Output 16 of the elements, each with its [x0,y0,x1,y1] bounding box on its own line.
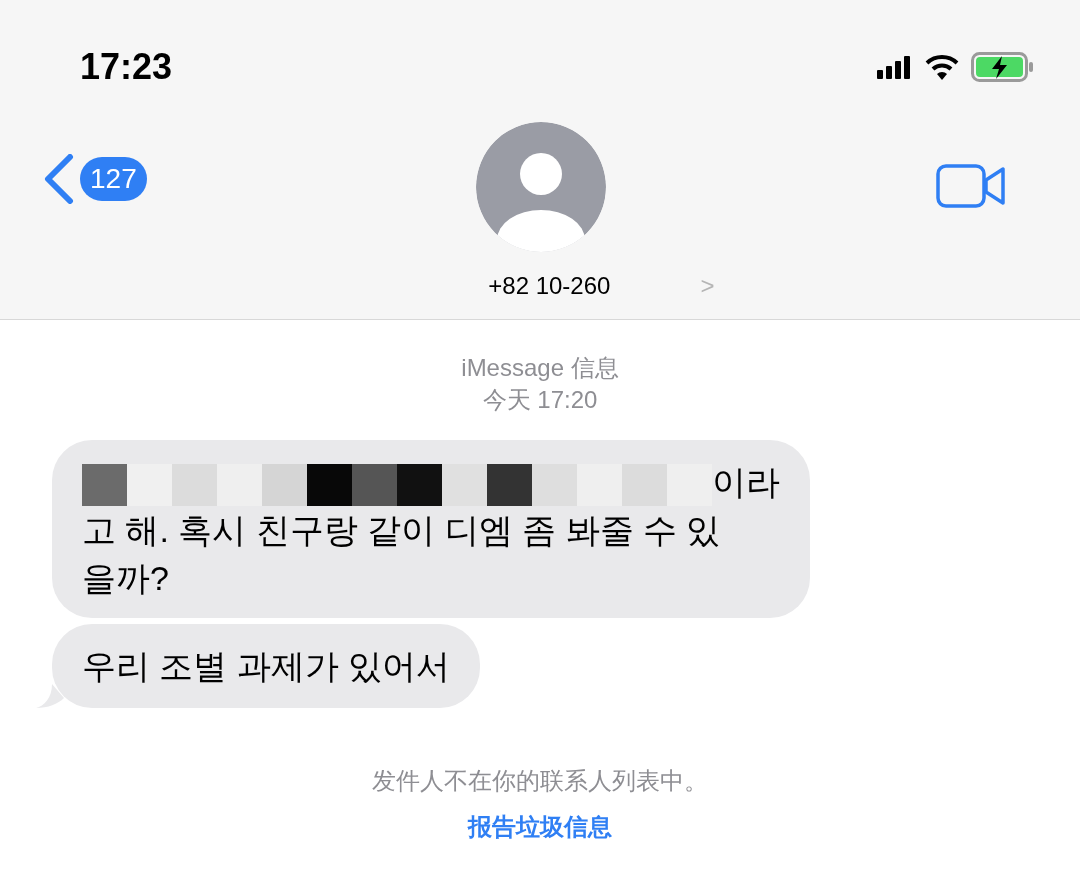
clock-time: 17:23 [80,45,173,89]
unread-badge: 127 [80,157,147,201]
report-junk-link[interactable]: 报告垃圾信息 [468,804,612,850]
wifi-icon [925,54,959,80]
message-text: 고 해. 혹시 친구랑 같이 디엠 좀 봐줄 수 있을까? [82,510,722,599]
service-label: iMessage 信息 [461,353,619,383]
message-timestamp: 今天 17:20 [482,385,598,415]
back-button[interactable]: 127 [42,154,147,204]
video-call-icon[interactable] [936,164,1006,208]
signal-icon [877,55,913,79]
battery-charging-icon [971,52,1035,82]
sender-notice: 发件人不在你的联系人列表中。 [372,766,708,796]
back-chevron-icon [42,154,76,204]
contact-name[interactable]: +82 10-260 > [488,268,715,304]
message-text: 이라 [712,462,780,503]
message-text: 우리 조별 과제가 있어서 [82,646,451,687]
